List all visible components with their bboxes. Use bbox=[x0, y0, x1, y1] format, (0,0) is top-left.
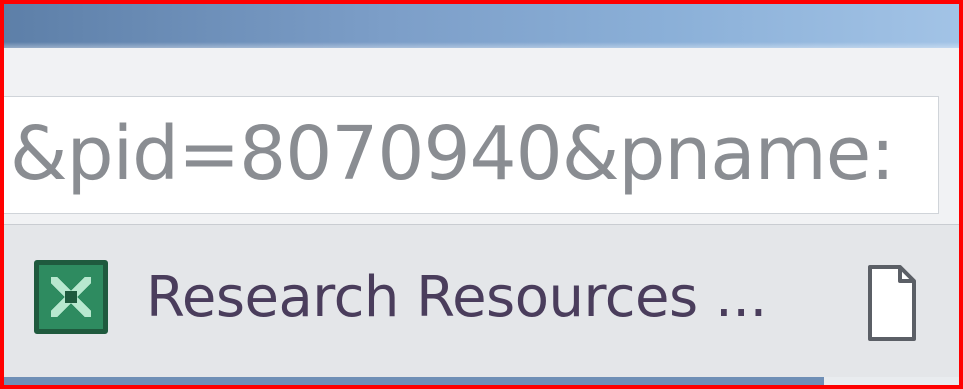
browser-crop: :&pid=8070940&pname: Research Resources … bbox=[0, 0, 963, 389]
address-toolbar: :&pid=8070940&pname: bbox=[4, 48, 959, 225]
content-top-edge bbox=[4, 377, 824, 385]
bookmark-label: Research Resources ... bbox=[146, 264, 767, 330]
bookmarks-bar: Research Resources ... bbox=[4, 225, 959, 377]
url-text[interactable]: :&pid=8070940&pname: bbox=[4, 111, 895, 197]
address-field[interactable]: :&pid=8070940&pname: bbox=[4, 96, 939, 214]
research-resources-favicon-icon bbox=[34, 260, 108, 334]
blank-page-icon[interactable] bbox=[866, 263, 918, 343]
bookmark-research-resources[interactable]: Research Resources ... bbox=[34, 251, 767, 343]
window-title-strip bbox=[4, 4, 959, 48]
